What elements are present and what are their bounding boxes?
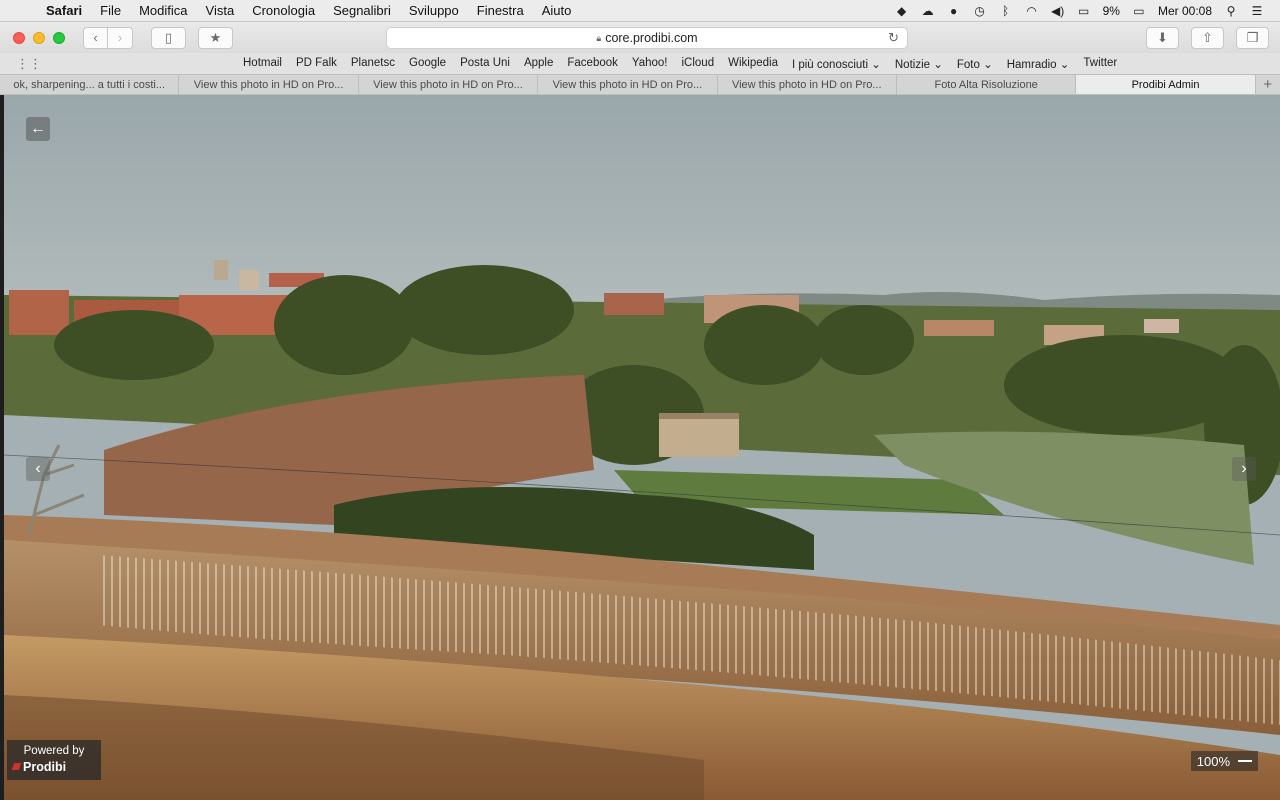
- zoom-control: 100%: [1190, 751, 1258, 771]
- forward-button[interactable]: ›: [108, 26, 133, 49]
- battery-icon[interactable]: ▭: [1126, 4, 1152, 18]
- next-photo-button[interactable]: ›: [1232, 457, 1256, 481]
- chevron-right-icon: ›: [117, 30, 123, 45]
- favorite-twitter[interactable]: Twitter: [1076, 57, 1124, 71]
- favorite-posta-uni[interactable]: Posta Uni: [453, 57, 517, 71]
- notification-center-icon[interactable]: ☰: [1244, 4, 1270, 18]
- menu-aiuto[interactable]: Aiuto: [533, 3, 581, 18]
- lock-icon: 🔒︎: [596, 32, 602, 43]
- menu-cronologia[interactable]: Cronologia: [243, 3, 324, 18]
- zoom-level: 100%: [1196, 753, 1230, 769]
- favorite-folder-notizie[interactable]: Notizie ⌄: [888, 57, 950, 71]
- time-machine-icon[interactable]: ◷: [967, 4, 993, 18]
- address-bar[interactable]: 🔒︎ core.prodibi.com ↻: [386, 27, 908, 49]
- dropbox-icon[interactable]: ◆: [889, 4, 915, 18]
- zoom-out-icon[interactable]: [1238, 760, 1252, 762]
- menu-segnalibri[interactable]: Segnalibri: [324, 3, 400, 18]
- previous-photo-button[interactable]: ‹: [26, 457, 50, 481]
- tab-bar: ok, sharpening... a tutti i costi... Vie…: [0, 74, 1280, 95]
- menu-bar: Safari File Modifica Vista Cronologia Se…: [0, 0, 1280, 22]
- menu-file[interactable]: File: [91, 3, 130, 18]
- favorite-icloud[interactable]: iCloud: [675, 57, 722, 71]
- menu-finestra[interactable]: Finestra: [468, 3, 533, 18]
- browser-toolbar: ‹ › ▯ ★ 🔒︎ core.prodibi.com ↻ ⬇ ⇧ ❐: [0, 22, 1280, 53]
- photo-viewer[interactable]: ← ‹ › Powered by Prodibi 100%: [4, 95, 1280, 800]
- reload-icon[interactable]: ↻: [888, 30, 899, 46]
- share-button[interactable]: ⇧: [1191, 27, 1224, 49]
- close-window-button[interactable]: [13, 31, 25, 44]
- sidebar-toggle-button[interactable]: ▯: [151, 26, 186, 49]
- landscape-photo: [4, 95, 1280, 800]
- app-status-icon[interactable]: ●: [941, 4, 967, 18]
- powered-by-text: Powered by: [23, 745, 85, 757]
- battery-percent[interactable]: 9%: [1097, 4, 1126, 18]
- menu-modifica[interactable]: Modifica: [130, 3, 196, 18]
- chevron-right-icon: ›: [1241, 460, 1247, 477]
- sidebar-icon: ▯: [164, 29, 173, 45]
- plus-icon: +: [1263, 76, 1273, 93]
- tab-prodibi-admin[interactable]: Prodibi Admin: [1076, 75, 1256, 94]
- favorite-google[interactable]: Google: [402, 57, 453, 71]
- chevron-left-icon: ‹: [93, 30, 98, 45]
- prodibi-logo: Prodibi: [13, 759, 95, 775]
- favorite-yahoo[interactable]: Yahoo!: [625, 57, 675, 71]
- tab-foto-alta-risoluzione[interactable]: Foto Alta Risoluzione: [897, 75, 1077, 94]
- favorite-hotmail[interactable]: Hotmail: [236, 57, 289, 71]
- favorite-folder-piu-conosciuti[interactable]: I più conosciuti ⌄: [785, 57, 888, 71]
- tab-view-photo-2[interactable]: View this photo in HD on Pro...: [359, 75, 539, 94]
- cloud-upload-icon[interactable]: ☁: [915, 4, 941, 18]
- downloads-button[interactable]: ⬇: [1146, 27, 1179, 49]
- bluetooth-icon[interactable]: ᛒ: [993, 4, 1019, 18]
- powered-by-badge[interactable]: Powered by Prodibi: [7, 740, 101, 780]
- minimize-window-button[interactable]: [33, 31, 45, 44]
- download-icon: ⬇: [1157, 30, 1168, 45]
- show-tabs-button[interactable]: ❐: [1236, 27, 1269, 49]
- favorite-folder-hamradio[interactable]: Hamradio ⌄: [1000, 57, 1077, 71]
- tab-view-photo-3[interactable]: View this photo in HD on Pro...: [538, 75, 718, 94]
- favorite-planetsc[interactable]: Planetsc: [344, 57, 402, 71]
- top-sites-button[interactable]: ★: [198, 26, 233, 49]
- menu-vista[interactable]: Vista: [197, 3, 244, 18]
- tabs-overview-icon: ❐: [1246, 30, 1259, 45]
- back-arrow-button[interactable]: ←: [26, 117, 50, 141]
- favorites-bar: ⋮⋮ Hotmail PD Falk Planetsc Google Posta…: [0, 53, 1280, 74]
- favorite-apple[interactable]: Apple: [517, 57, 560, 71]
- menu-sviluppo[interactable]: Sviluppo: [400, 3, 468, 18]
- back-button[interactable]: ‹: [83, 26, 108, 49]
- arrow-left-icon: ←: [30, 120, 46, 137]
- chevron-left-icon: ‹: [35, 460, 41, 477]
- tab-view-photo-1[interactable]: View this photo in HD on Pro...: [179, 75, 359, 94]
- navigation-buttons: ‹ ›: [83, 26, 133, 49]
- favorite-facebook[interactable]: Facebook: [560, 57, 625, 71]
- new-tab-button[interactable]: +: [1256, 75, 1280, 94]
- tab-view-photo-4[interactable]: View this photo in HD on Pro...: [718, 75, 897, 94]
- tab-ok-sharpening[interactable]: ok, sharpening... a tutti i costi...: [0, 75, 180, 94]
- clock[interactable]: Mer 00:08: [1152, 4, 1218, 18]
- spotlight-search-icon[interactable]: ⚲: [1218, 4, 1244, 18]
- favorite-pd-falk[interactable]: PD Falk: [289, 57, 344, 71]
- favorite-folder-foto[interactable]: Foto ⌄: [950, 57, 1000, 71]
- fullscreen-window-button[interactable]: [53, 31, 65, 44]
- url-text: core.prodibi.com: [605, 31, 698, 45]
- volume-icon[interactable]: ◀): [1045, 4, 1071, 18]
- grid-icon[interactable]: ⋮⋮: [16, 56, 42, 72]
- favorite-wikipedia[interactable]: Wikipedia: [721, 57, 785, 71]
- wifi-icon[interactable]: ◠: [1019, 4, 1045, 18]
- share-icon: ⇧: [1202, 30, 1213, 45]
- window-controls: [13, 31, 65, 44]
- star-icon: ★: [209, 29, 222, 45]
- menu-app-name[interactable]: Safari: [38, 3, 91, 18]
- airplay-icon[interactable]: ▭: [1071, 4, 1097, 18]
